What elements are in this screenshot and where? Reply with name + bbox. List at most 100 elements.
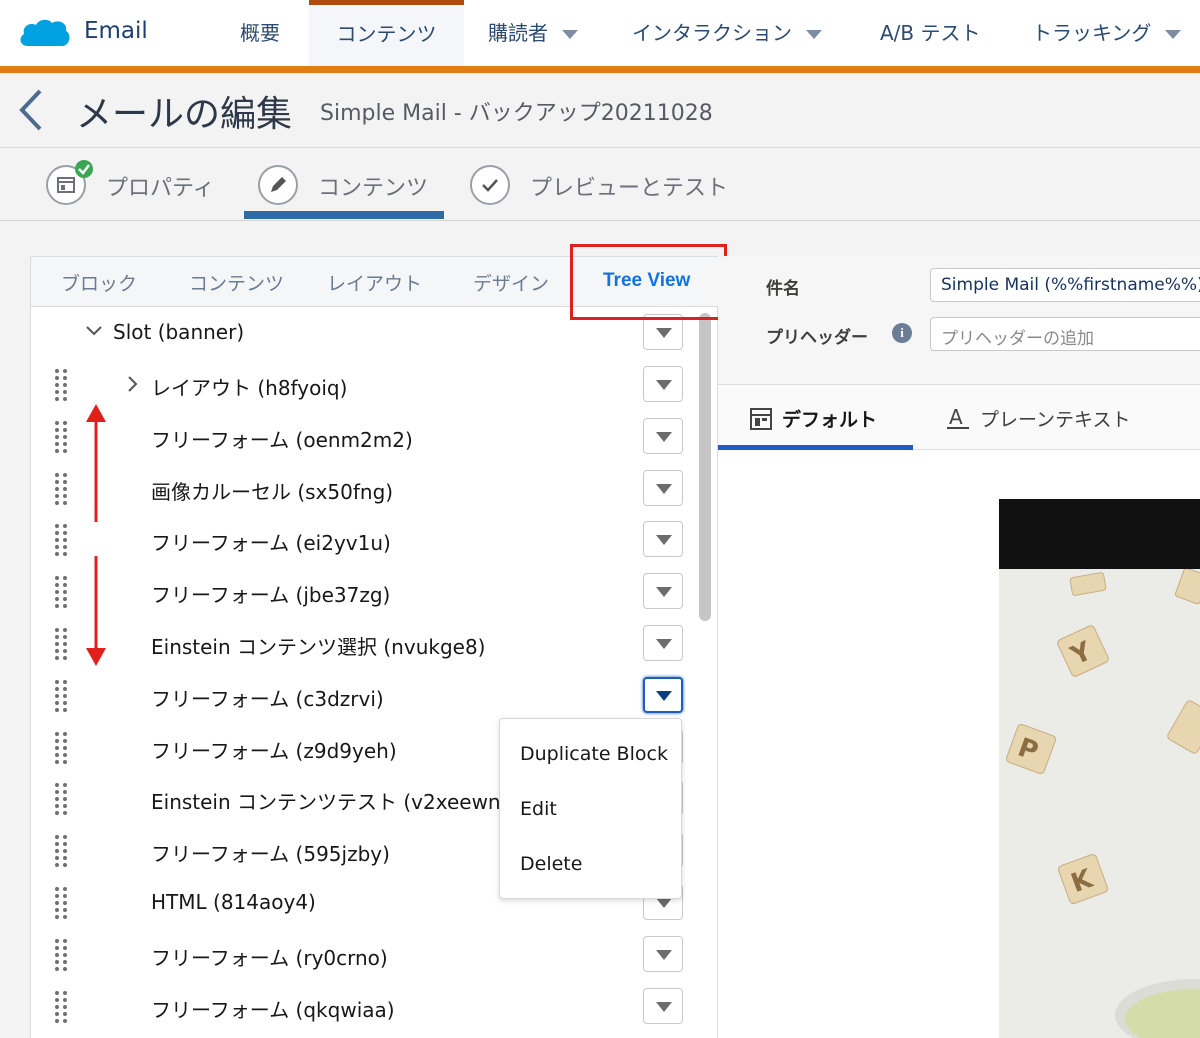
row-menu-button[interactable] [643, 314, 683, 350]
content-panel: ブロック コンテンツ レイアウト デザイン Tree View Slot (ba… [30, 256, 719, 1038]
svg-text:A: A [949, 406, 963, 429]
preheader-label: プリヘッダー [766, 328, 868, 347]
tree-block-row[interactable]: フリーフォーム (ei2yv1u) [31, 514, 719, 566]
tree-block-label: フリーフォーム (c3dzrvi) [151, 686, 384, 711]
chevron-down-icon [656, 535, 672, 546]
row-menu-button[interactable] [643, 573, 683, 610]
menu-item-edit[interactable]: Edit [520, 798, 557, 820]
preheader-field[interactable]: プリヘッダーの追加 [930, 317, 1200, 351]
tree-block-label: Einstein コンテンツテスト (v2xeewn [151, 790, 501, 815]
nav-tab-interactions[interactable]: インタラクション [632, 0, 822, 66]
info-icon[interactable]: i [892, 323, 912, 343]
row-menu-button[interactable] [643, 625, 683, 661]
chevron-down-icon [562, 30, 578, 39]
tab-design[interactable]: デザイン [473, 269, 549, 296]
tree-block-label: 画像カルーセル (sx50fng) [151, 479, 394, 504]
tree-block-label: HTML (814aoy4) [151, 890, 316, 914]
active-step-indicator [244, 211, 444, 219]
row-menu-button[interactable] [643, 366, 683, 402]
tree-block-row[interactable]: レイアウト (h8fyoiq) [31, 359, 719, 411]
chevron-down-icon [656, 483, 672, 494]
drag-handle-icon[interactable] [53, 420, 69, 453]
back-icon[interactable] [16, 87, 46, 133]
row-menu-button[interactable] [643, 676, 683, 713]
tab-tree-view[interactable]: Tree View [603, 270, 690, 292]
tab-content[interactable]: コンテンツ [189, 269, 284, 296]
tree-slot-row[interactable]: Slot (banner) [31, 307, 719, 359]
tree-block-label: フリーフォーム (oenm2m2) [151, 427, 413, 452]
row-menu-button[interactable] [643, 521, 683, 558]
check-circle-icon [470, 165, 510, 205]
nav-accent-bar [0, 66, 1200, 73]
drag-handle-icon[interactable] [53, 369, 69, 401]
tree-block-row[interactable]: フリーフォーム (c3dzrvi) [31, 670, 719, 722]
tab-blocks[interactable]: ブロック [61, 269, 137, 296]
top-nav: Email 概要 コンテンツ 購読者 インタラクション A/B テスト トラッキ… [0, 0, 1200, 73]
annotation-arrow-up-icon [86, 404, 106, 522]
row-menu-button[interactable] [643, 417, 683, 454]
preview-header-block [999, 499, 1200, 569]
tab-layout[interactable]: レイアウト [327, 269, 422, 296]
scrollbar[interactable] [699, 313, 711, 621]
drag-handle-icon[interactable] [53, 472, 69, 505]
drag-handle-icon[interactable] [53, 835, 69, 868]
chevron-down-icon [806, 30, 822, 39]
drag-handle-icon[interactable] [53, 524, 69, 557]
app-name: Email [84, 18, 148, 44]
nav-tab-tracking[interactable]: トラッキング [1032, 0, 1182, 66]
tree-block-row[interactable]: Einstein コンテンツ選択 (nvukge8) [31, 618, 719, 670]
nav-tab-overview[interactable]: 概要 [240, 0, 280, 66]
drag-handle-icon[interactable] [53, 938, 69, 971]
layout-icon [750, 408, 772, 430]
chevron-down-icon [1165, 30, 1182, 39]
drag-handle-icon[interactable] [53, 887, 69, 919]
email-name: Simple Mail - バックアップ20211028 [320, 101, 713, 126]
drag-handle-icon[interactable] [53, 576, 69, 609]
drag-handle-icon[interactable] [53, 628, 69, 660]
chevron-down-icon [656, 587, 672, 598]
row-menu-button[interactable] [643, 935, 683, 972]
tree-block-label: フリーフォーム (595jzby) [151, 842, 390, 867]
pencil-icon [258, 165, 298, 205]
chevron-down-icon [656, 949, 672, 960]
email-settings-panel: 件名 Simple Mail (%%firstname%%) プリヘッダー i … [718, 256, 1200, 1038]
tree-block-row[interactable]: フリーフォーム (ry0crno) [31, 929, 719, 981]
tree-block-label: フリーフォーム (ry0crno) [151, 945, 388, 970]
nav-tab-subscribers[interactable]: 購読者 [488, 0, 578, 66]
nav-tab-ab-test[interactable]: A/B テスト [880, 0, 981, 66]
tree-block-label: レイアウト (h8fyoiq) [151, 376, 348, 400]
chevron-down-icon [656, 690, 672, 701]
chevron-down-icon [656, 380, 672, 390]
drag-handle-icon[interactable] [53, 679, 69, 712]
tree-block-label: フリーフォーム (z9d9yeh) [151, 738, 397, 763]
drag-handle-icon[interactable] [53, 990, 69, 1023]
row-menu-button[interactable] [643, 469, 683, 506]
tree-block-row[interactable]: フリーフォーム (oenm2m2) [31, 411, 719, 463]
tab-plain-text-view[interactable]: A プレーンテキスト [946, 405, 1130, 432]
chevron-down-icon [656, 328, 672, 338]
preview-image: Y P K [999, 569, 1200, 1038]
tree-block-row[interactable]: フリーフォーム (jbe37zg) [31, 566, 719, 618]
subject-field[interactable]: Simple Mail (%%firstname%%) [930, 268, 1200, 302]
annotation-arrow-down-icon [86, 556, 106, 666]
text-format-icon: A [947, 405, 969, 429]
drag-handle-icon[interactable] [53, 731, 69, 764]
tree-block-row[interactable]: フリーフォーム (qkqwiaa) [31, 981, 719, 1033]
chevron-down-icon [656, 639, 672, 649]
chevron-down-icon [656, 431, 672, 442]
tree-block-label: フリーフォーム (jbe37zg) [151, 583, 391, 608]
menu-item-delete[interactable]: Delete [520, 853, 582, 875]
drag-handle-icon[interactable] [53, 783, 69, 816]
row-menu-button[interactable] [643, 987, 683, 1024]
chevron-down-icon[interactable] [85, 325, 103, 337]
chevron-right-icon[interactable] [127, 375, 139, 393]
tree-block-label: フリーフォーム (ei2yv1u) [151, 531, 391, 556]
check-badge-icon [75, 160, 93, 178]
page-header: メールの編集 Simple Mail - バックアップ20211028 [0, 73, 1200, 148]
page-title: メールの編集 [76, 94, 293, 135]
salesforce-cloud-logo [20, 19, 70, 46]
tree-block-row[interactable]: 画像カルーセル (sx50fng) [31, 463, 719, 515]
menu-item-duplicate-block[interactable]: Duplicate Block [520, 743, 668, 765]
nav-tab-content[interactable]: コンテンツ [309, 0, 464, 73]
tab-default-view[interactable]: デフォルト [750, 405, 877, 432]
